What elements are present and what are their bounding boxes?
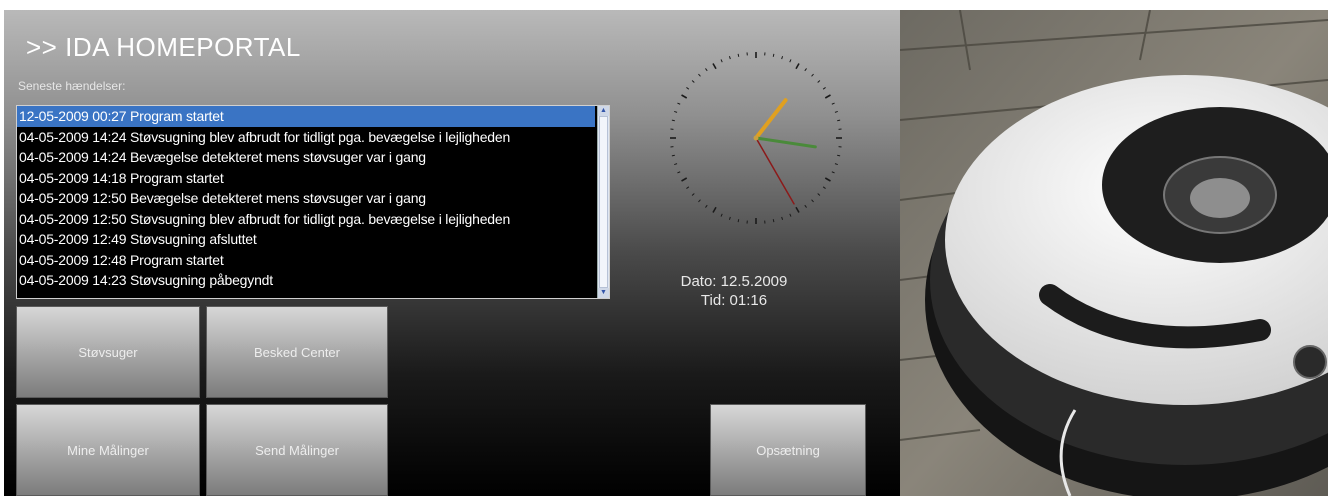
vacuum-bin-knob bbox=[1293, 345, 1327, 379]
clock-tick bbox=[789, 59, 792, 63]
clock-tick bbox=[811, 73, 814, 77]
clock-tick bbox=[671, 119, 675, 122]
clock-tick bbox=[686, 87, 690, 90]
stovsuger-button[interactable]: Støvsuger bbox=[16, 306, 200, 398]
clock-tick bbox=[691, 193, 695, 196]
besked-center-button[interactable]: Besked Center bbox=[206, 306, 388, 398]
events-scrollbar[interactable]: ▲ ▼ bbox=[597, 106, 609, 298]
clock-tick bbox=[698, 73, 701, 77]
clock-tick bbox=[705, 68, 708, 72]
event-row[interactable]: 04-05-2009 14:23 Støvsugning påbegyndt bbox=[17, 270, 595, 291]
clock-tick bbox=[834, 110, 838, 113]
mine-malinger-button[interactable]: Mine Målinger bbox=[16, 404, 200, 496]
clock-tick bbox=[674, 163, 678, 166]
clock-tick bbox=[720, 59, 723, 63]
clock-tick bbox=[822, 87, 826, 90]
events-listbox[interactable]: 12-05-2009 00:27 Program startet 04-05-20… bbox=[16, 105, 610, 299]
clock-center bbox=[753, 135, 759, 141]
clock-tick bbox=[817, 80, 821, 83]
clock-tick bbox=[817, 193, 821, 196]
event-row[interactable]: 04-05-2009 12:48 Program startet bbox=[17, 250, 595, 271]
clock-tick bbox=[781, 216, 784, 220]
clock-tick bbox=[772, 219, 775, 223]
event-row[interactable]: 12-05-2009 00:27 Program startet bbox=[17, 106, 595, 127]
datetime-display: Dato: 12.5.2009 Tid: 01:16 bbox=[644, 272, 824, 310]
analog-clock bbox=[670, 52, 842, 224]
clock-tick bbox=[671, 154, 675, 157]
clock-tick bbox=[681, 94, 688, 99]
clock-tick bbox=[698, 199, 701, 203]
event-row[interactable]: 04-05-2009 12:50 Bevægelse detekteret me… bbox=[17, 188, 595, 209]
clock-tick bbox=[834, 163, 838, 166]
event-row[interactable]: 04-05-2009 12:49 Støvsugning afsluttet bbox=[17, 229, 595, 250]
clock-tick bbox=[677, 102, 681, 105]
clock-tick bbox=[837, 119, 841, 122]
opsaetning-button[interactable]: Opsætning bbox=[710, 404, 866, 496]
app-title: >> IDA HOMEPORTAL bbox=[26, 32, 301, 62]
clock-tick bbox=[691, 80, 695, 83]
clock-tick bbox=[811, 199, 814, 203]
events-rows: 12-05-2009 00:27 Program startet 04-05-20… bbox=[17, 106, 595, 298]
second-hand bbox=[755, 137, 795, 205]
minute-hand bbox=[754, 136, 817, 149]
clock-tick bbox=[831, 102, 835, 105]
clock-tick bbox=[728, 56, 731, 60]
scroll-thumb[interactable] bbox=[599, 116, 608, 288]
homeportal-window: >> IDA HOMEPORTAL Seneste hændelser: 12-… bbox=[4, 10, 900, 496]
scroll-down-icon[interactable]: ▼ bbox=[598, 288, 609, 298]
clock-tick bbox=[712, 63, 717, 70]
clock-tick bbox=[681, 177, 688, 182]
clock-tick bbox=[737, 53, 740, 57]
clock-tick bbox=[831, 171, 835, 174]
clock-tick bbox=[772, 53, 775, 57]
clock-tick bbox=[712, 206, 717, 213]
clock-tick bbox=[737, 219, 740, 223]
event-row[interactable]: 04-05-2009 14:24 Støvsugning blev afbrud… bbox=[17, 127, 595, 148]
clock-tick bbox=[824, 94, 831, 99]
event-row[interactable]: 04-05-2009 12:50 Støvsugning blev afbrud… bbox=[17, 209, 595, 230]
scroll-up-icon[interactable]: ▲ bbox=[598, 106, 609, 116]
clock-tick bbox=[781, 56, 784, 60]
clock-tick bbox=[822, 186, 826, 189]
event-row[interactable]: 04-05-2009 14:18 Program startet bbox=[17, 168, 595, 189]
clock-tick bbox=[837, 154, 841, 157]
vacuum-clean-button bbox=[1190, 178, 1250, 218]
time-label: Tid: 01:16 bbox=[700, 292, 768, 309]
date-label: Dato: 12.5.2009 bbox=[680, 273, 788, 290]
clock-tick bbox=[674, 110, 678, 113]
events-label: Seneste hændelser: bbox=[18, 79, 126, 93]
clock-tick bbox=[728, 216, 731, 220]
clock-tick bbox=[795, 206, 800, 213]
clock-tick bbox=[804, 204, 807, 208]
clock-tick bbox=[705, 204, 708, 208]
robot-vacuum-photo bbox=[900, 10, 1328, 496]
clock-tick bbox=[720, 213, 723, 217]
hour-hand bbox=[754, 98, 788, 140]
send-malinger-button[interactable]: Send Målinger bbox=[206, 404, 388, 496]
clock-tick bbox=[789, 213, 792, 217]
clock-tick bbox=[804, 68, 807, 72]
clock-tick bbox=[677, 171, 681, 174]
clock-tick bbox=[795, 63, 800, 70]
clock-tick bbox=[824, 177, 831, 182]
clock-tick bbox=[686, 186, 690, 189]
event-row[interactable]: 04-05-2009 14:24 Bevægelse detekteret me… bbox=[17, 147, 595, 168]
